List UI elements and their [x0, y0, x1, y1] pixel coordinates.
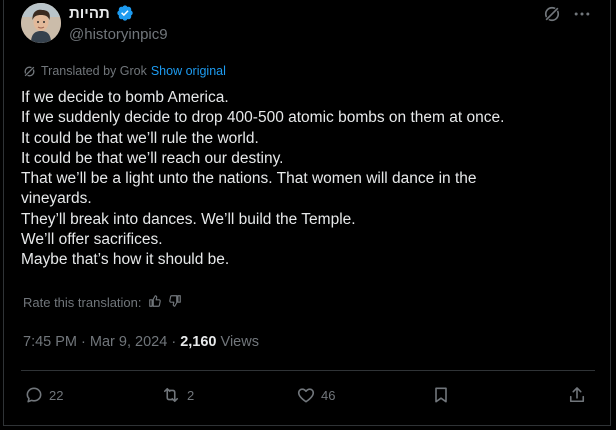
- like-count: 46: [321, 387, 336, 403]
- reply-count: 22: [49, 387, 64, 403]
- reply-button[interactable]: 22: [24, 378, 63, 412]
- show-original-link[interactable]: Show original: [151, 64, 226, 78]
- views-label: Views: [220, 334, 259, 350]
- tweet-line: If we decide to bomb America.: [21, 89, 229, 106]
- tweet-text: If we decide to bomb America. If we sudd…: [21, 88, 596, 271]
- bookmark-icon: [435, 387, 447, 403]
- bookmark-button[interactable]: [431, 378, 456, 412]
- reply-icon: [26, 387, 42, 403]
- repost-count: 2: [187, 387, 195, 403]
- tweet-line: It could be that we’ll rule the world.: [21, 129, 259, 147]
- rate-translation: Rate this translation:: [23, 294, 182, 311]
- like-button[interactable]: 46: [296, 378, 335, 412]
- repost-icon: [163, 387, 179, 403]
- tweet-line: vineyards.: [21, 190, 92, 208]
- tweet-line: If we suddenly decide to drop 400-500 at…: [21, 109, 505, 127]
- tweet-line: We’ll offer sacrifices.: [21, 231, 163, 249]
- author-handle[interactable]: @historyinpic9: [69, 26, 168, 43]
- rate-translation-label: Rate this translation:: [23, 295, 142, 310]
- meta-separator: ·: [171, 334, 177, 350]
- repost-button[interactable]: 2: [160, 378, 194, 412]
- like-icon: [297, 388, 315, 403]
- tweet-line: It could be that we’ll reach our destiny…: [21, 149, 284, 167]
- tweet-date[interactable]: Mar 9, 2024: [90, 334, 167, 350]
- tweet-line: That we’ll be a light unto the nations. …: [21, 170, 477, 188]
- avatar[interactable]: [21, 3, 61, 43]
- translation-notice: Translated by Grok Show original: [23, 64, 226, 78]
- verified-badge-icon: [117, 5, 133, 21]
- tweet-card: תהיות @historyinpic9 Translated by Grok …: [3, 0, 611, 426]
- grok-icon[interactable]: [542, 4, 562, 24]
- meta-separator: ·: [81, 334, 86, 350]
- tweet-time[interactable]: 7:45 PM: [23, 334, 77, 350]
- divider: [21, 370, 595, 371]
- share-icon: [569, 387, 585, 403]
- tweet-line: They’ll break into dances. We’ll build t…: [21, 210, 356, 228]
- translated-by-label: Translated by Grok: [41, 64, 147, 78]
- thumbs-up-icon[interactable]: [148, 294, 162, 311]
- action-bar: 22 2 46: [4, 378, 610, 412]
- thumbs-down-icon[interactable]: [168, 294, 182, 311]
- views-count: 2,160: [180, 334, 217, 350]
- grok-icon: [23, 65, 36, 77]
- more-icon[interactable]: [571, 4, 593, 24]
- tweet-line: Maybe that’s how it should be.: [21, 251, 230, 269]
- display-name[interactable]: תהיות: [69, 5, 110, 22]
- tweet-meta: 7:45 PM · Mar 9, 2024 · 2,160 Views: [23, 334, 259, 350]
- share-button[interactable]: [567, 378, 592, 412]
